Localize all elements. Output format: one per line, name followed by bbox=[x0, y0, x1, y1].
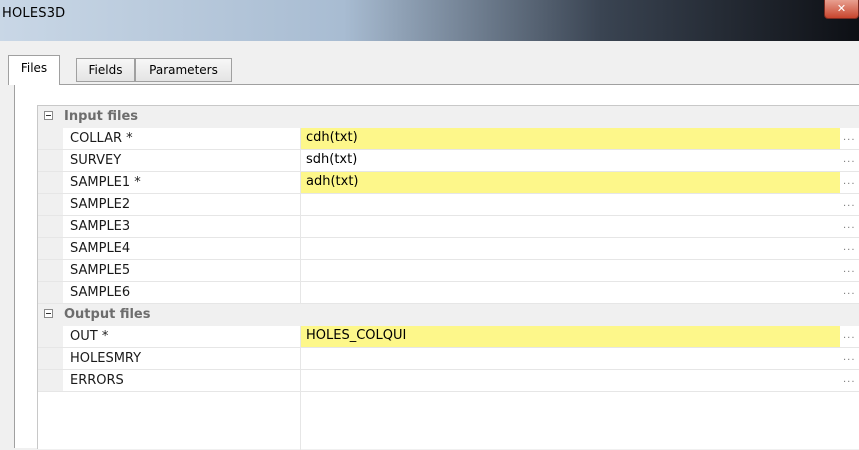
property-name: OUT * bbox=[70, 329, 109, 344]
errors-value-field[interactable] bbox=[300, 370, 840, 391]
tab-files[interactable]: Files bbox=[8, 55, 60, 85]
property-row-errors[interactable]: ERRORS ... bbox=[38, 370, 859, 392]
title-bar: HOLES3D ✕ bbox=[0, 0, 859, 41]
property-row-out[interactable]: OUT * HOLES_COLQUI ... bbox=[38, 326, 859, 348]
files-tab-panel: Input files COLLAR * cdh(txt) ... SURVEY… bbox=[14, 84, 859, 450]
survey-value-field[interactable]: sdh(txt) bbox=[300, 150, 840, 171]
property-name: SAMPLE3 bbox=[70, 219, 131, 234]
tab-fields[interactable]: Fields bbox=[76, 58, 135, 82]
sample5-value-field[interactable] bbox=[300, 260, 840, 281]
browse-button[interactable]: ... bbox=[843, 176, 856, 187]
sample2-value-field[interactable] bbox=[300, 194, 840, 215]
close-button[interactable]: ✕ bbox=[824, 0, 859, 19]
property-row-sample6[interactable]: SAMPLE6 ... bbox=[38, 282, 859, 304]
property-name: SAMPLE5 bbox=[70, 263, 131, 278]
property-row-sample1[interactable]: SAMPLE1 * adh(txt) ... bbox=[38, 172, 859, 194]
property-row-sample2[interactable]: SAMPLE2 ... bbox=[38, 194, 859, 216]
property-name: SAMPLE6 bbox=[70, 285, 131, 300]
browse-button[interactable]: ... bbox=[843, 330, 856, 341]
holesmry-value-field[interactable] bbox=[300, 348, 840, 369]
sample6-value-field[interactable] bbox=[300, 282, 840, 303]
category-label: Input files bbox=[64, 109, 139, 124]
collapse-icon[interactable] bbox=[44, 309, 53, 318]
sample3-value-field[interactable] bbox=[300, 216, 840, 237]
out-value-field[interactable]: HOLES_COLQUI bbox=[300, 326, 840, 347]
window-title: HOLES3D bbox=[2, 6, 66, 21]
property-row-sample4[interactable]: SAMPLE4 ... bbox=[38, 238, 859, 260]
property-name: COLLAR * bbox=[70, 131, 133, 146]
grid-divider bbox=[300, 391, 301, 450]
property-name: SAMPLE1 * bbox=[70, 175, 141, 190]
category-output-files[interactable]: Output files bbox=[38, 304, 859, 326]
browse-button[interactable]: ... bbox=[843, 374, 856, 385]
browse-button[interactable]: ... bbox=[843, 264, 856, 275]
browse-button[interactable]: ... bbox=[843, 198, 856, 209]
collar-value-field[interactable]: cdh(txt) bbox=[300, 128, 840, 149]
tab-parameters[interactable]: Parameters bbox=[135, 58, 232, 82]
property-row-collar[interactable]: COLLAR * cdh(txt) ... bbox=[38, 128, 859, 150]
property-row-survey[interactable]: SURVEY sdh(txt) ... bbox=[38, 150, 859, 172]
property-name: SAMPLE4 bbox=[70, 241, 131, 256]
property-grid: Input files COLLAR * cdh(txt) ... SURVEY… bbox=[37, 105, 859, 450]
property-row-holesmry[interactable]: HOLESMRY ... bbox=[38, 348, 859, 370]
browse-button[interactable]: ... bbox=[843, 352, 856, 363]
tab-bar: Files Fields Parameters bbox=[0, 41, 859, 85]
browse-button[interactable]: ... bbox=[843, 286, 856, 297]
collapse-icon[interactable] bbox=[44, 111, 53, 120]
property-name: ERRORS bbox=[70, 373, 124, 388]
browse-button[interactable]: ... bbox=[843, 132, 856, 143]
property-name: SAMPLE2 bbox=[70, 197, 131, 212]
browse-button[interactable]: ... bbox=[843, 220, 856, 231]
browse-button[interactable]: ... bbox=[843, 154, 856, 165]
category-input-files[interactable]: Input files bbox=[38, 106, 859, 128]
property-name: HOLESMRY bbox=[70, 351, 142, 366]
property-name: SURVEY bbox=[70, 153, 122, 168]
browse-button[interactable]: ... bbox=[843, 242, 856, 253]
property-row-sample5[interactable]: SAMPLE5 ... bbox=[38, 260, 859, 282]
property-row-sample3[interactable]: SAMPLE3 ... bbox=[38, 216, 859, 238]
sample4-value-field[interactable] bbox=[300, 238, 840, 259]
close-icon: ✕ bbox=[836, 2, 847, 15]
category-label: Output files bbox=[64, 307, 151, 322]
sample1-value-field[interactable]: adh(txt) bbox=[300, 172, 840, 193]
